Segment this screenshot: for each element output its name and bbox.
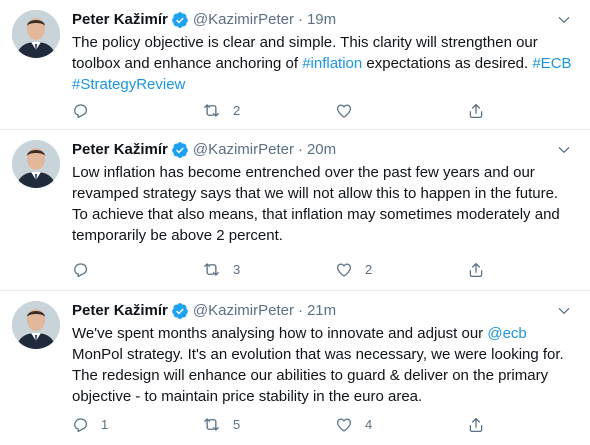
tweet-text-segment: expectations as desired.	[362, 55, 533, 72]
like-count: 4	[365, 417, 373, 432]
share-button[interactable]	[466, 415, 590, 434]
avatar[interactable]	[12, 301, 60, 349]
heart-icon	[334, 260, 353, 279]
reply-button[interactable]: 1	[70, 415, 202, 434]
like-button[interactable]: 4	[334, 415, 466, 434]
author-handle[interactable]: @KazimirPeter	[193, 301, 294, 321]
timeline: Peter Kažimír @KazimirPeter · 19m The po…	[0, 0, 590, 445]
reply-button[interactable]	[70, 101, 202, 120]
verified-badge-icon	[171, 11, 189, 29]
retweet-icon	[202, 415, 221, 434]
author-name[interactable]: Peter Kažimír	[72, 140, 168, 160]
tweet-header: Peter Kažimír @KazimirPeter · 21m	[72, 301, 574, 321]
like-button[interactable]: 2	[334, 260, 466, 279]
heart-icon	[334, 415, 353, 434]
mention-link[interactable]: @ecb	[487, 325, 526, 342]
avatar[interactable]	[12, 10, 60, 58]
timestamp[interactable]: 19m	[307, 10, 336, 30]
share-icon	[466, 260, 485, 279]
tweet-actions: 2	[70, 101, 590, 120]
retweet-button[interactable]: 5	[202, 415, 334, 434]
retweet-button[interactable]: 3	[202, 260, 334, 279]
timestamp[interactable]: 21m	[307, 301, 336, 321]
avatar[interactable]	[12, 140, 60, 188]
tweet-header: Peter Kažimír @KazimirPeter · 20m	[72, 140, 574, 160]
verified-badge-icon	[171, 302, 189, 320]
tweet-actions: 1 5 4	[70, 415, 590, 434]
tweet-text-segment: MonPol strategy. It's an evolution that …	[72, 346, 564, 405]
separator-dot: ·	[297, 11, 303, 28]
separator-dot: ·	[297, 141, 303, 158]
chevron-down-icon[interactable]	[554, 301, 574, 321]
like-count: 2	[365, 262, 373, 277]
tweet[interactable]: Peter Kažimír @KazimirPeter · 21m We've …	[0, 291, 590, 445]
separator-dot: ·	[297, 302, 303, 319]
retweet-button[interactable]: 2	[202, 101, 334, 120]
reply-icon	[70, 101, 89, 120]
tweet-text: Low inflation has become entrenched over…	[72, 162, 572, 246]
tweet-text: The policy objective is clear and simple…	[72, 32, 572, 95]
reply-button[interactable]	[70, 260, 202, 279]
retweet-count: 2	[233, 103, 241, 118]
author-handle[interactable]: @KazimirPeter	[193, 140, 294, 160]
like-button[interactable]	[334, 101, 466, 120]
tweet[interactable]: Peter Kažimír @KazimirPeter · 20m Low in…	[0, 130, 590, 291]
author-name[interactable]: Peter Kažimír	[72, 301, 168, 321]
retweet-count: 3	[233, 262, 241, 277]
tweet-actions: 3 2	[70, 260, 590, 279]
retweet-count: 5	[233, 417, 241, 432]
timestamp[interactable]: 20m	[307, 140, 336, 160]
hashtag-link[interactable]: #ECB	[532, 55, 571, 72]
author-name[interactable]: Peter Kažimír	[72, 10, 168, 30]
verified-badge-icon	[171, 141, 189, 159]
reply-icon	[70, 415, 89, 434]
share-button[interactable]	[466, 260, 590, 279]
share-icon	[466, 415, 485, 434]
reply-icon	[70, 260, 89, 279]
tweet[interactable]: Peter Kažimír @KazimirPeter · 19m The po…	[0, 0, 590, 130]
reply-count: 1	[101, 417, 109, 432]
heart-icon	[334, 101, 353, 120]
chevron-down-icon[interactable]	[554, 140, 574, 160]
tweet-header: Peter Kažimír @KazimirPeter · 19m	[72, 10, 574, 30]
retweet-icon	[202, 260, 221, 279]
hashtag-link[interactable]: #StrategyReview	[72, 76, 185, 93]
tweet-text: We've spent months analysing how to inno…	[72, 323, 572, 407]
share-icon	[466, 101, 485, 120]
share-button[interactable]	[466, 101, 590, 120]
tweet-text-segment: Low inflation has become entrenched over…	[72, 164, 560, 244]
author-handle[interactable]: @KazimirPeter	[193, 10, 294, 30]
retweet-icon	[202, 101, 221, 120]
chevron-down-icon[interactable]	[554, 10, 574, 30]
tweet-text-segment: We've spent months analysing how to inno…	[72, 325, 488, 342]
hashtag-link[interactable]: #inflation	[302, 55, 362, 72]
